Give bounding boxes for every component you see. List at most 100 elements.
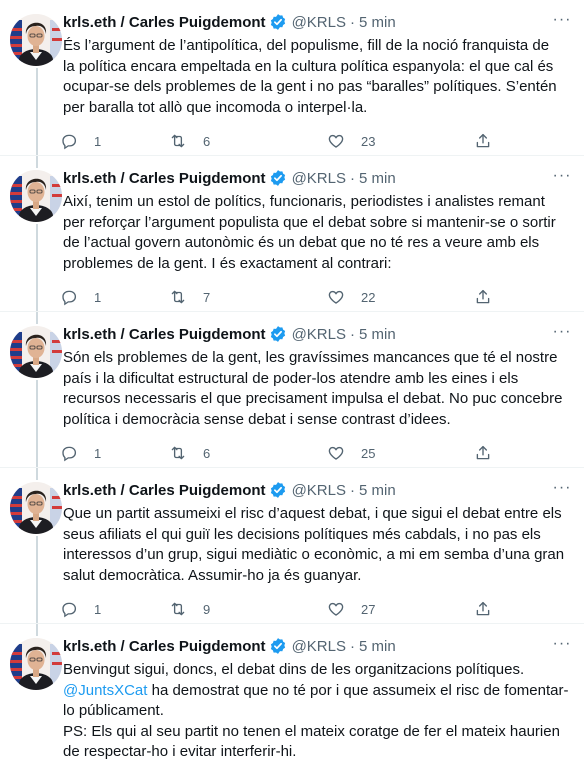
tweet-text-line: de l’actual govern autonòmic és un debat… (63, 234, 540, 251)
tweet-text-line: per reforçar l’argument populista que el… (63, 213, 556, 231)
like-count: 23 (361, 133, 376, 149)
share-button[interactable] (474, 443, 492, 463)
retweet-button[interactable]: 9 (169, 599, 210, 619)
author-name[interactable]: krls.eth / Carles Puigdemont (63, 326, 266, 343)
mention-link[interactable]: @JuntsXCat (63, 682, 147, 699)
tweet-text-line: de respectar-ho i evitar interferir-hi. (63, 743, 297, 760)
tweet-actions: 1 6 23 (60, 131, 530, 151)
reply-button[interactable]: 1 (60, 131, 101, 151)
author-name[interactable]: krls.eth / Carles Puigdemont (63, 170, 266, 187)
more-icon[interactable]: ··· (552, 480, 572, 500)
tweet-text-line: És l’argument de l’antipolítica, del pop… (63, 37, 550, 54)
timestamp[interactable]: 5 min (359, 326, 396, 343)
tweet-text-line: país i la dificultat estructural de pode… (63, 369, 519, 387)
retweet-button[interactable]: 7 (169, 287, 210, 307)
tweet-text-line: Que un partit assumeixi el risc d’aquest… (63, 505, 562, 522)
like-button[interactable]: 25 (327, 443, 375, 463)
retweet-icon (169, 444, 187, 462)
tweet-text-line: PS: Els qui al seu partit no tenen el ma… (63, 722, 560, 740)
more-icon[interactable]: ··· (552, 168, 572, 188)
tweet-text-line: Així, tenim un estol de polítics, funcio… (63, 193, 545, 210)
author-name[interactable]: krls.eth / Carles Puigdemont (63, 482, 266, 499)
author-name[interactable]: krls.eth / Carles Puigdemont (63, 14, 266, 31)
like-count: 25 (361, 445, 376, 461)
heart-icon (327, 444, 345, 462)
retweet-icon (169, 600, 187, 618)
retweet-icon (169, 288, 187, 306)
share-button[interactable] (474, 131, 492, 151)
tweet-text-line: problemes de la gent. I és exactament al… (63, 254, 392, 272)
timestamp[interactable]: 5 min (359, 482, 396, 499)
tweet[interactable]: krls.eth / Carles Puigdemont @KRLS · 5 min ·… (0, 0, 584, 156)
timestamp[interactable]: 5 min (359, 170, 396, 187)
author-handle[interactable]: @KRLS (292, 326, 346, 343)
author-handle[interactable]: @KRLS (292, 638, 346, 655)
like-button[interactable]: 23 (327, 131, 375, 151)
reply-count: 1 (94, 445, 102, 461)
timestamp[interactable]: 5 min (359, 14, 396, 31)
more-icon[interactable]: ··· (552, 12, 572, 32)
separator-dot: · (349, 638, 355, 655)
verified-badge-icon (269, 325, 287, 343)
tweet-text-line: per baralla tot allò que incomoda o inte… (63, 98, 368, 116)
reply-count: 1 (94, 289, 102, 305)
share-button[interactable] (474, 599, 492, 619)
author-handle[interactable]: @KRLS (292, 482, 346, 499)
tweet-actions: 1 9 27 (60, 599, 530, 619)
author-name[interactable]: krls.eth / Carles Puigdemont (63, 638, 266, 655)
reply-icon (60, 600, 78, 618)
avatar[interactable] (10, 482, 62, 534)
reply-button[interactable]: 1 (60, 443, 101, 463)
like-count: 22 (361, 289, 376, 305)
tweet-text: Que un partit assumeixi el risc d’aquest… (63, 504, 569, 586)
avatar[interactable] (10, 170, 62, 222)
tweet-text-line: seus afiliats el qui guiï les decisions … (63, 525, 541, 543)
avatar[interactable] (10, 14, 62, 66)
separator-dot: · (349, 326, 355, 343)
tweet-text-line: ocupar-se dels problemes de la gent i no… (63, 78, 557, 95)
tweet-text-line: interessos d’un grup, sigui mediàtic o e… (63, 546, 565, 563)
share-icon (474, 132, 492, 150)
tweet-text: Així, tenim un estol de polítics, funcio… (63, 192, 569, 274)
retweet-button[interactable]: 6 (169, 131, 210, 151)
like-button[interactable]: 27 (327, 599, 375, 619)
separator-dot: · (349, 14, 355, 31)
like-button[interactable]: 22 (327, 287, 375, 307)
reply-count: 1 (94, 133, 102, 149)
thread-connector (36, 224, 38, 312)
more-icon[interactable]: ··· (552, 324, 572, 344)
thread-connector (36, 312, 38, 324)
retweet-icon (169, 132, 187, 150)
verified-badge-icon (269, 169, 287, 187)
tweet-text: Són els problemes de la gent, les gravís… (63, 348, 569, 430)
tweet-header: krls.eth / Carles Puigdemont @KRLS · 5 min (63, 636, 396, 658)
tweet[interactable]: krls.eth / Carles Puigdemont @KRLS · 5 min ·… (0, 468, 584, 624)
tweet[interactable]: krls.eth / Carles Puigdemont @KRLS · 5 min ·… (0, 156, 584, 312)
timestamp[interactable]: 5 min (359, 638, 396, 655)
author-handle[interactable]: @KRLS (292, 14, 346, 31)
avatar[interactable] (10, 326, 62, 378)
heart-icon (327, 132, 345, 150)
reply-button[interactable]: 1 (60, 287, 101, 307)
reply-button[interactable]: 1 (60, 599, 101, 619)
verified-badge-icon (269, 637, 287, 655)
like-count: 27 (361, 601, 376, 617)
tweet-text: És l’argument de l’antipolítica, del pop… (63, 36, 569, 118)
tweet-text-line: @JuntsXCat ha demostrat que no té por i … (63, 681, 569, 702)
avatar[interactable] (10, 638, 62, 690)
share-icon (474, 600, 492, 618)
tweet-text-line: lo públicament. (63, 702, 164, 719)
tweet[interactable]: krls.eth / Carles Puigdemont @KRLS · 5 min ·… (0, 624, 584, 774)
retweet-count: 6 (203, 445, 211, 461)
thread-connector (36, 68, 38, 156)
share-button[interactable] (474, 287, 492, 307)
retweet-button[interactable]: 6 (169, 443, 210, 463)
tweet[interactable]: krls.eth / Carles Puigdemont @KRLS · 5 min ·… (0, 312, 584, 468)
tweet-text-line: Benvingut sigui, doncs, el debat dins de… (63, 661, 525, 678)
author-handle[interactable]: @KRLS (292, 170, 346, 187)
tweet-header: krls.eth / Carles Puigdemont @KRLS · 5 min (63, 12, 396, 34)
separator-dot: · (349, 170, 355, 187)
reply-icon (60, 444, 78, 462)
more-icon[interactable]: ··· (552, 636, 572, 656)
tweet-header: krls.eth / Carles Puigdemont @KRLS · 5 min (63, 324, 396, 346)
